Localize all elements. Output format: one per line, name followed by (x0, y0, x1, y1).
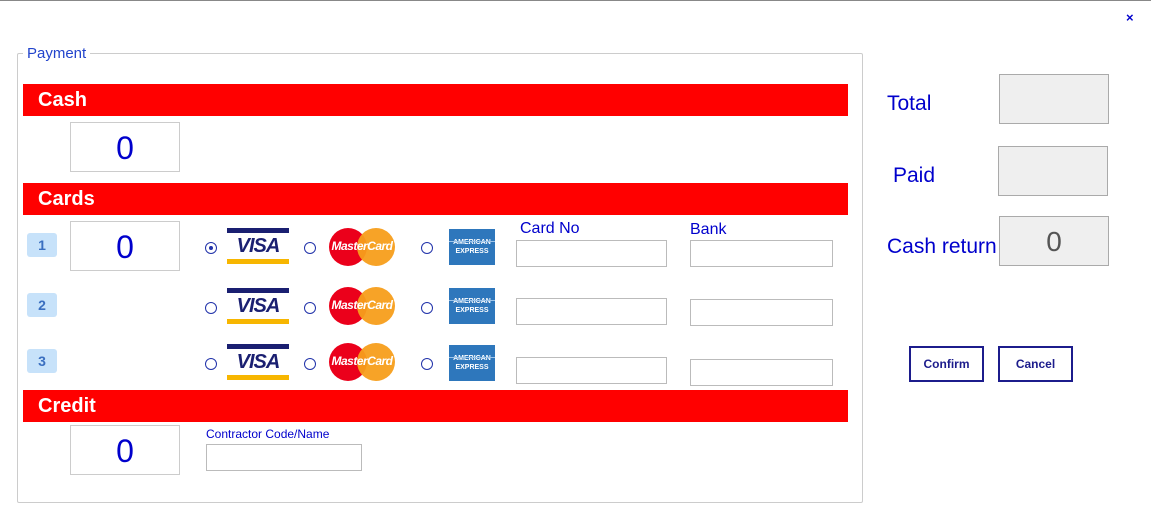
card-row-3-mastercard-radio[interactable] (304, 358, 316, 370)
total-field (999, 74, 1109, 124)
contractor-label: Contractor Code/Name (206, 427, 330, 441)
card-row-1-bank-input[interactable] (690, 240, 833, 267)
card-row-2-bank-input[interactable] (690, 299, 833, 326)
amex-logo: AMERICAN EXPRESS (449, 345, 495, 381)
card-row-3-visa-radio[interactable] (205, 358, 217, 370)
contractor-input[interactable] (206, 444, 362, 471)
card-row-3-bank-input[interactable] (690, 359, 833, 386)
window-top-border (0, 0, 1151, 1)
payment-legend: Payment (23, 45, 91, 62)
cards-amount-input[interactable]: 0 (70, 221, 180, 271)
cancel-button[interactable]: Cancel (998, 346, 1073, 382)
card-row-1-card-no-input[interactable] (516, 240, 667, 267)
card-row-1-badge: 1 (27, 233, 57, 257)
confirm-button[interactable]: Confirm (909, 346, 984, 382)
amex-logo: AMERICAN EXPRESS (449, 288, 495, 324)
amex-logo: AMERICAN EXPRESS (449, 229, 495, 265)
credit-header: Credit (23, 390, 848, 422)
mastercard-logo: MasterCard (327, 342, 397, 382)
credit-amount-input[interactable]: 0 (70, 425, 180, 475)
card-row-1-visa-radio[interactable] (205, 242, 217, 254)
card-row-2-amex-radio[interactable] (421, 302, 433, 314)
mastercard-logo: MasterCard (327, 286, 397, 326)
visa-logo: VISA (227, 228, 289, 264)
paid-label: Paid (893, 164, 936, 187)
card-row-2-visa-radio[interactable] (205, 302, 217, 314)
visa-logo: VISA (227, 288, 289, 324)
visa-logo: VISA (227, 344, 289, 380)
cash-return-field: 0 (999, 216, 1109, 266)
card-row-2-badge: 2 (27, 293, 57, 317)
card-row-3-card-no-input[interactable] (516, 357, 667, 384)
cards-header: Cards (23, 183, 848, 215)
close-icon[interactable]: × (1126, 10, 1134, 25)
mastercard-logo: MasterCard (327, 227, 397, 267)
card-row-1-mastercard-radio[interactable] (304, 242, 316, 254)
cash-header: Cash (23, 84, 848, 116)
card-row-2-mastercard-radio[interactable] (304, 302, 316, 314)
total-label: Total (887, 92, 932, 115)
card-row-1-amex-radio[interactable] (421, 242, 433, 254)
cash-return-label: Cash return (887, 235, 997, 258)
paid-field[interactable] (998, 146, 1108, 196)
card-row-2-card-no-input[interactable] (516, 298, 667, 325)
cash-amount-input[interactable]: 0 (70, 122, 180, 172)
bank-label: Bank (690, 221, 727, 238)
card-row-3-amex-radio[interactable] (421, 358, 433, 370)
card-row-3-badge: 3 (27, 349, 57, 373)
card-no-label: Card No (520, 220, 580, 237)
